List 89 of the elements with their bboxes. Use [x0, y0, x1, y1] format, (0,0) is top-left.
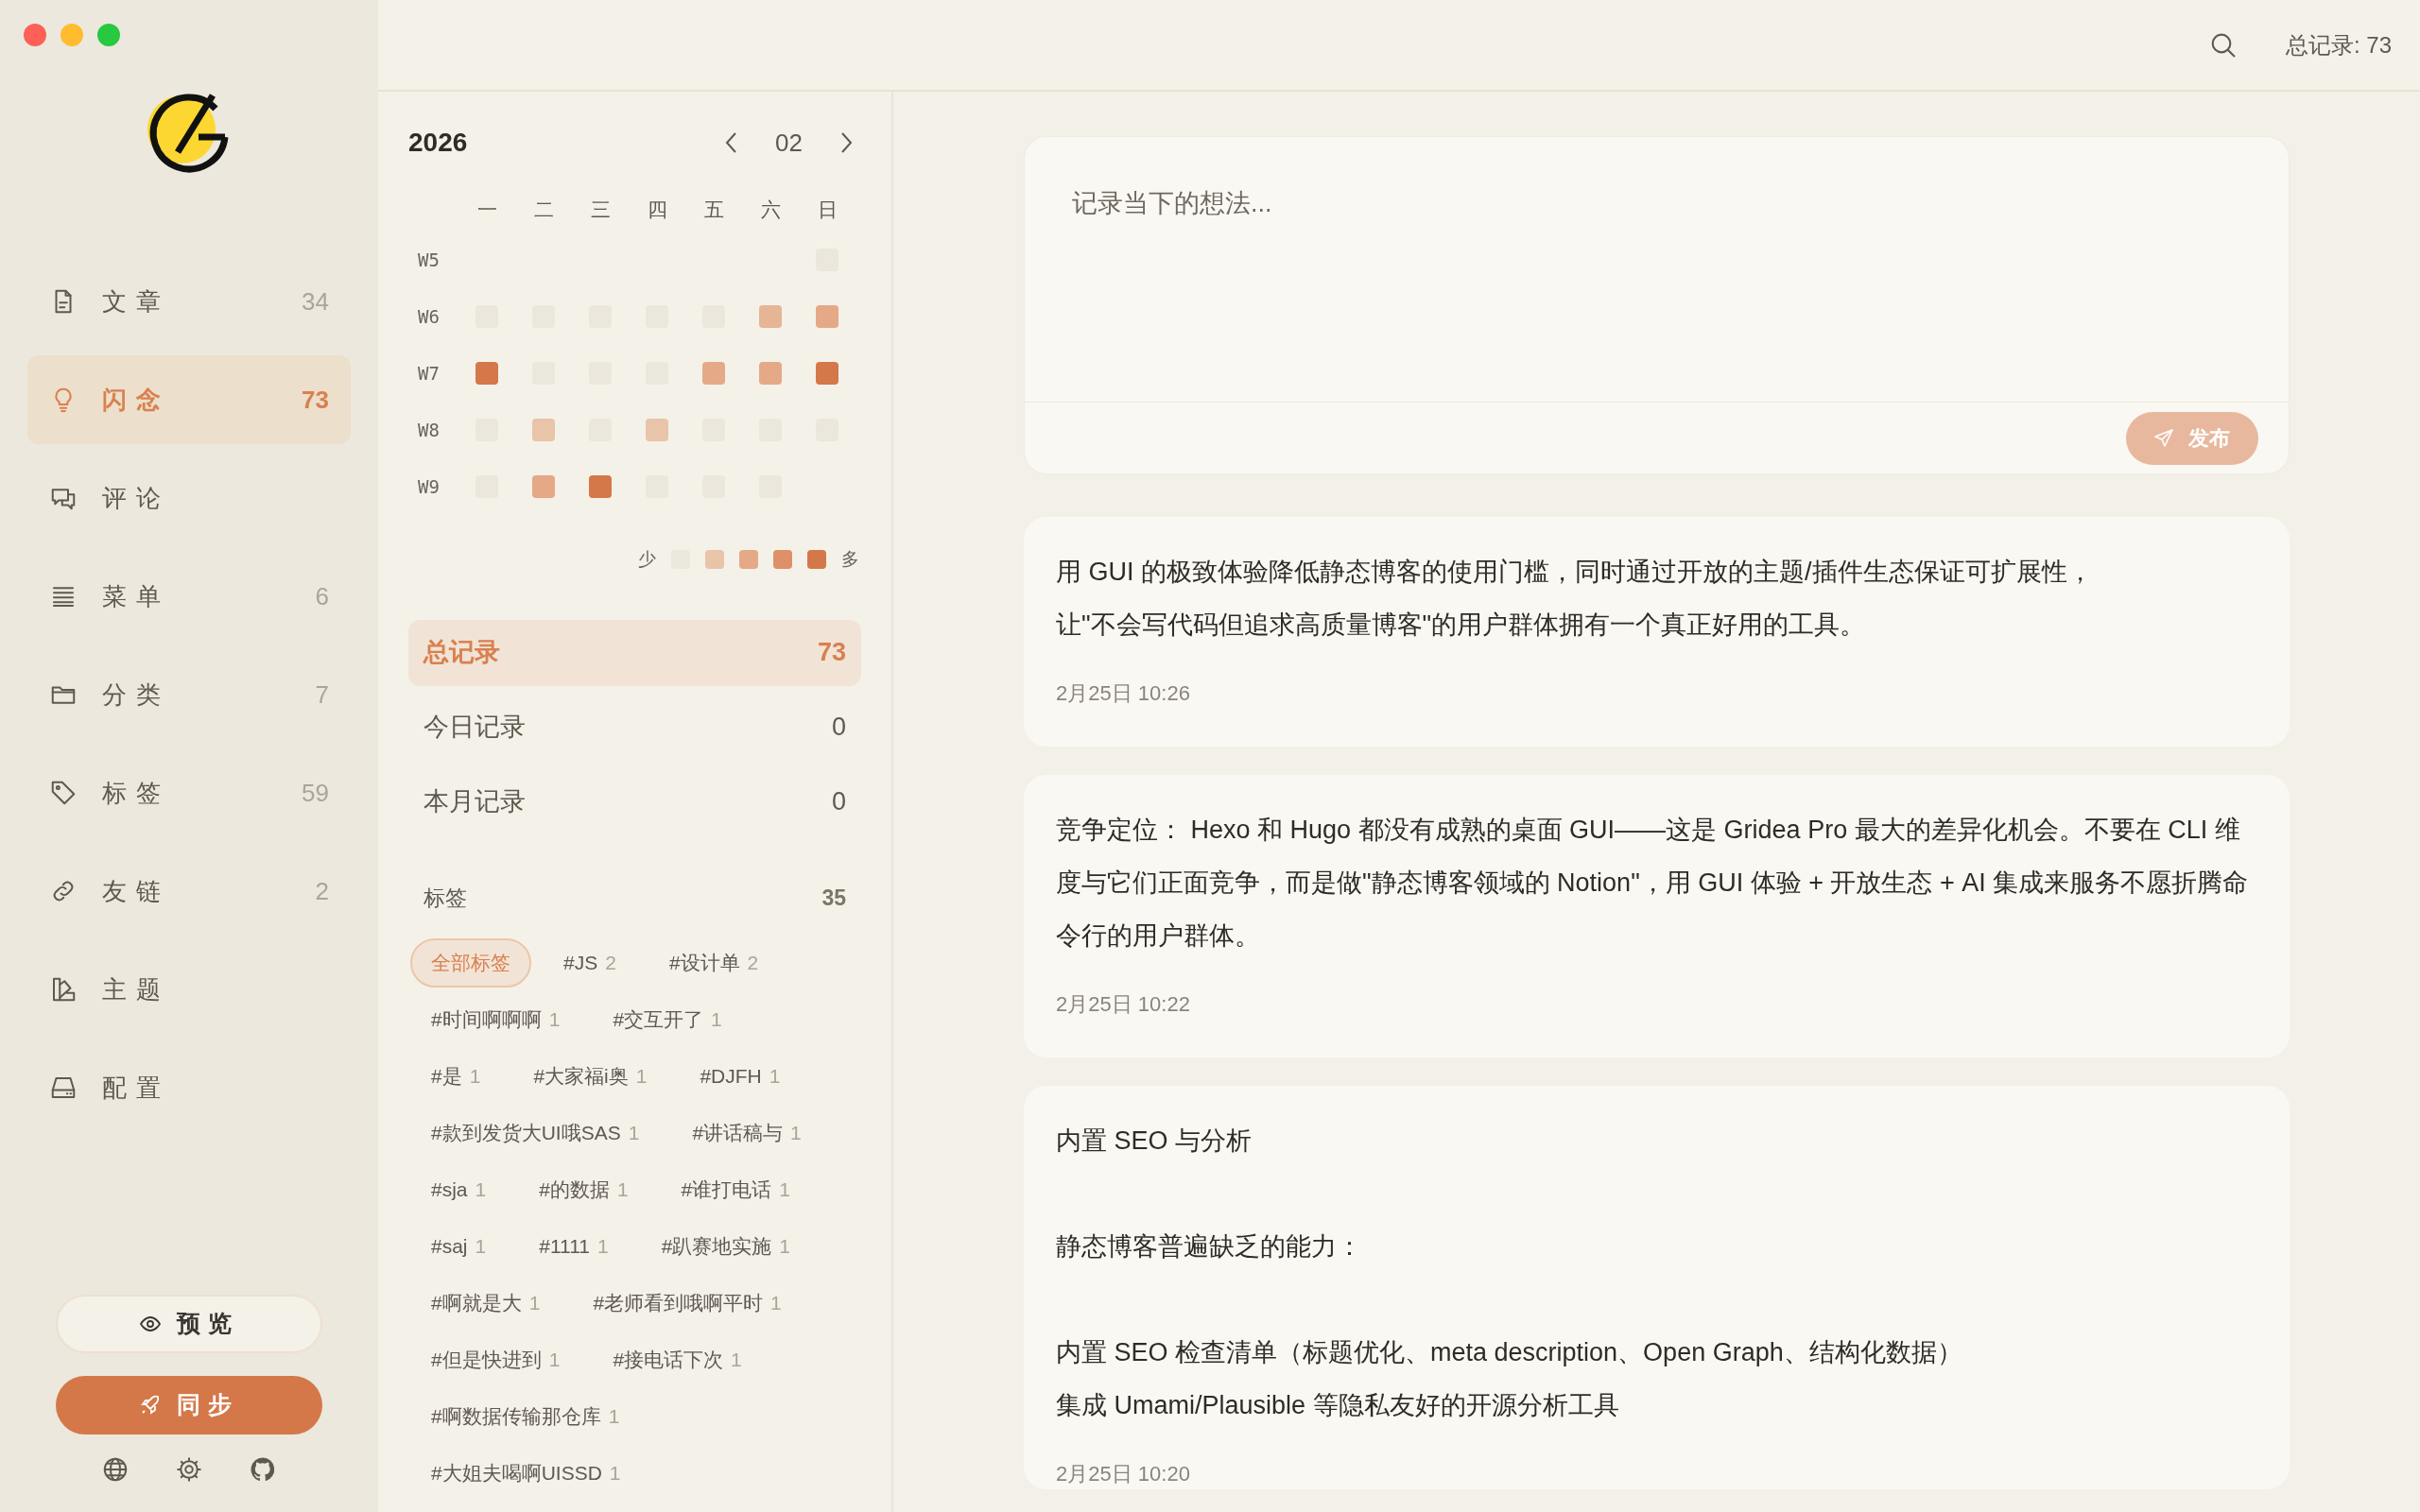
rocket-icon	[139, 1394, 162, 1417]
weekday-label: 一	[476, 198, 497, 222]
week-label: W9	[418, 474, 440, 499]
nav-item[interactable]: 菜单 6	[27, 552, 351, 641]
tag-chip[interactable]: #1111 1	[518, 1222, 630, 1271]
stats-label: 今日记录	[424, 712, 526, 744]
tag-chip[interactable]: #的数据 1	[518, 1165, 649, 1214]
nav-item[interactable]: 主题	[27, 945, 351, 1034]
nav-count: 6	[315, 580, 329, 612]
weekday-label: 四	[647, 198, 667, 222]
tag-chip[interactable]: #谁打电话 1	[660, 1165, 811, 1214]
tags-heading: 标签	[424, 884, 467, 912]
nav-count: 2	[315, 875, 329, 907]
note-text: 内置 SEO 与分析	[1056, 1125, 1253, 1157]
nav-count: 59	[302, 777, 329, 809]
nav-label: 友链	[102, 875, 170, 907]
note-text: 内置 SEO 检查清单（标题优化、meta description、Open Graph、结构化数据）	[1056, 1337, 1963, 1368]
nav-label: 分类	[102, 679, 170, 711]
tag-chip[interactable]: #交互开了 1	[592, 995, 743, 1044]
tag-chip[interactable]: #DJFH 1	[679, 1052, 802, 1101]
nav-item[interactable]: 标签 59	[27, 748, 351, 837]
week-label: W8	[418, 418, 440, 442]
week-label: W7	[418, 361, 440, 386]
note-text: 用 GUI 的极致体验降低静态博客的使用门槛，同时通过开放的主题/插件生态保证可扩展性，	[1056, 557, 2094, 588]
tag-chip[interactable]: #老师看到哦啊平时 1	[572, 1279, 803, 1328]
total-records-label: 总记录: 73	[2285, 30, 2392, 60]
tag-chip[interactable]: #JS 2	[543, 938, 637, 988]
stats-count: 73	[817, 637, 846, 669]
nav-count: 73	[302, 384, 329, 416]
weekday-label: 三	[590, 198, 611, 222]
send-icon	[2152, 426, 2175, 450]
stats-count: 0	[831, 786, 846, 818]
settings-icon[interactable]	[175, 1455, 203, 1484]
stats-item[interactable]: 今日记录 0	[408, 694, 861, 761]
tag-chip[interactable]: #款到发货大UI哦SAS 1	[410, 1108, 661, 1158]
tag-chip[interactable]: #啊数据传输那仓库 1	[410, 1392, 641, 1441]
weekday-label: 六	[760, 198, 781, 222]
preview-button[interactable]: 预览	[56, 1295, 322, 1353]
note-text: 竞争定位： Hexo 和 Hugo 都没有成熟的桌面 GUI——这是 Gridea Pro 最大的差异化机会。不要在 CLI 维度与它们正面竞争，而是做"静态博客领域的 Notion"，用 GUI 体验 + 开放生态 + AI 集成来服务不愿折腾命令行的用户群体。	[1056, 815, 2250, 952]
nav-item[interactable]: 评论	[27, 454, 351, 542]
cat-logo-icon[interactable]	[249, 1455, 277, 1484]
tag-chip[interactable]: #sja 1	[410, 1165, 508, 1214]
tag-chip[interactable]: #接电话下次 1	[592, 1335, 763, 1384]
tag-chip[interactable]: #趴赛地实施 1	[640, 1222, 811, 1271]
globe-icon[interactable]	[101, 1455, 130, 1484]
note-text: 集成 Umami/Plausible 等隐私友好的开源分析工具	[1056, 1390, 1620, 1421]
legend-label: 少	[638, 548, 656, 571]
weekday-label: 五	[703, 198, 724, 222]
nav-item[interactable]: 配置	[27, 1043, 351, 1132]
week-label: W5	[418, 248, 440, 272]
tag-chip[interactable]: #时间啊啊啊 1	[410, 995, 581, 1044]
nav-label: 标签	[102, 777, 170, 809]
weekday-label: 二	[533, 198, 554, 222]
nav-label: 配置	[102, 1072, 170, 1104]
tag-chip[interactable]: #大家福i奥 1	[512, 1052, 668, 1101]
stats-item[interactable]: 本月记录 0	[408, 768, 861, 835]
tag-chip[interactable]: #设计单 2	[648, 938, 780, 988]
stats-label: 总记录	[424, 637, 500, 669]
note-time: 2月25日 10:22	[1056, 991, 1191, 1018]
week-label: W6	[418, 304, 440, 329]
tag-chip[interactable]: #saj 1	[410, 1222, 508, 1271]
nav-label: 主题	[102, 973, 170, 1005]
nav-count: 34	[302, 285, 329, 318]
tag-icon	[49, 779, 78, 807]
nav-item[interactable]: 友链 2	[27, 847, 351, 936]
tags-count: 35	[821, 884, 846, 912]
nav-item[interactable]: 分类 7	[27, 650, 351, 739]
note-time: 2月25日 10:20	[1056, 1461, 1191, 1487]
tag-chip[interactable]: #但是快进到 1	[410, 1335, 581, 1384]
note-time: 2月25日 10:26	[1056, 680, 1191, 707]
note-text: 让"不会写代码但追求高质量博客"的用户群体拥有一个真正好用的工具。	[1056, 610, 1867, 641]
weekday-label: 日	[817, 198, 838, 222]
legend-label: 多	[841, 548, 859, 571]
nav-label: 菜单	[102, 580, 170, 612]
note-text: 静态博客普遍缺乏的能力：	[1056, 1231, 1363, 1263]
nav-item[interactable]: 文章 34	[27, 257, 351, 346]
tag-chip[interactable]: #大姐夫喝啊UISSD 1	[410, 1449, 642, 1498]
tag-chip[interactable]: #讲话稿与 1	[671, 1108, 822, 1158]
nav-label: 文章	[102, 285, 170, 318]
stats-count: 0	[831, 712, 846, 744]
tag-chip[interactable]: #是 1	[410, 1052, 502, 1101]
nav-label: 评论	[102, 482, 170, 514]
nav-label: 闪念	[102, 384, 170, 416]
nav-count: 7	[315, 679, 329, 711]
month-label: 02	[775, 127, 803, 159]
year-label: 2026	[408, 127, 468, 159]
tag-chip[interactable]: #啊就是大 1	[410, 1279, 562, 1328]
sync-button[interactable]: 同步	[56, 1376, 322, 1435]
stats-label: 本月记录	[424, 786, 526, 818]
